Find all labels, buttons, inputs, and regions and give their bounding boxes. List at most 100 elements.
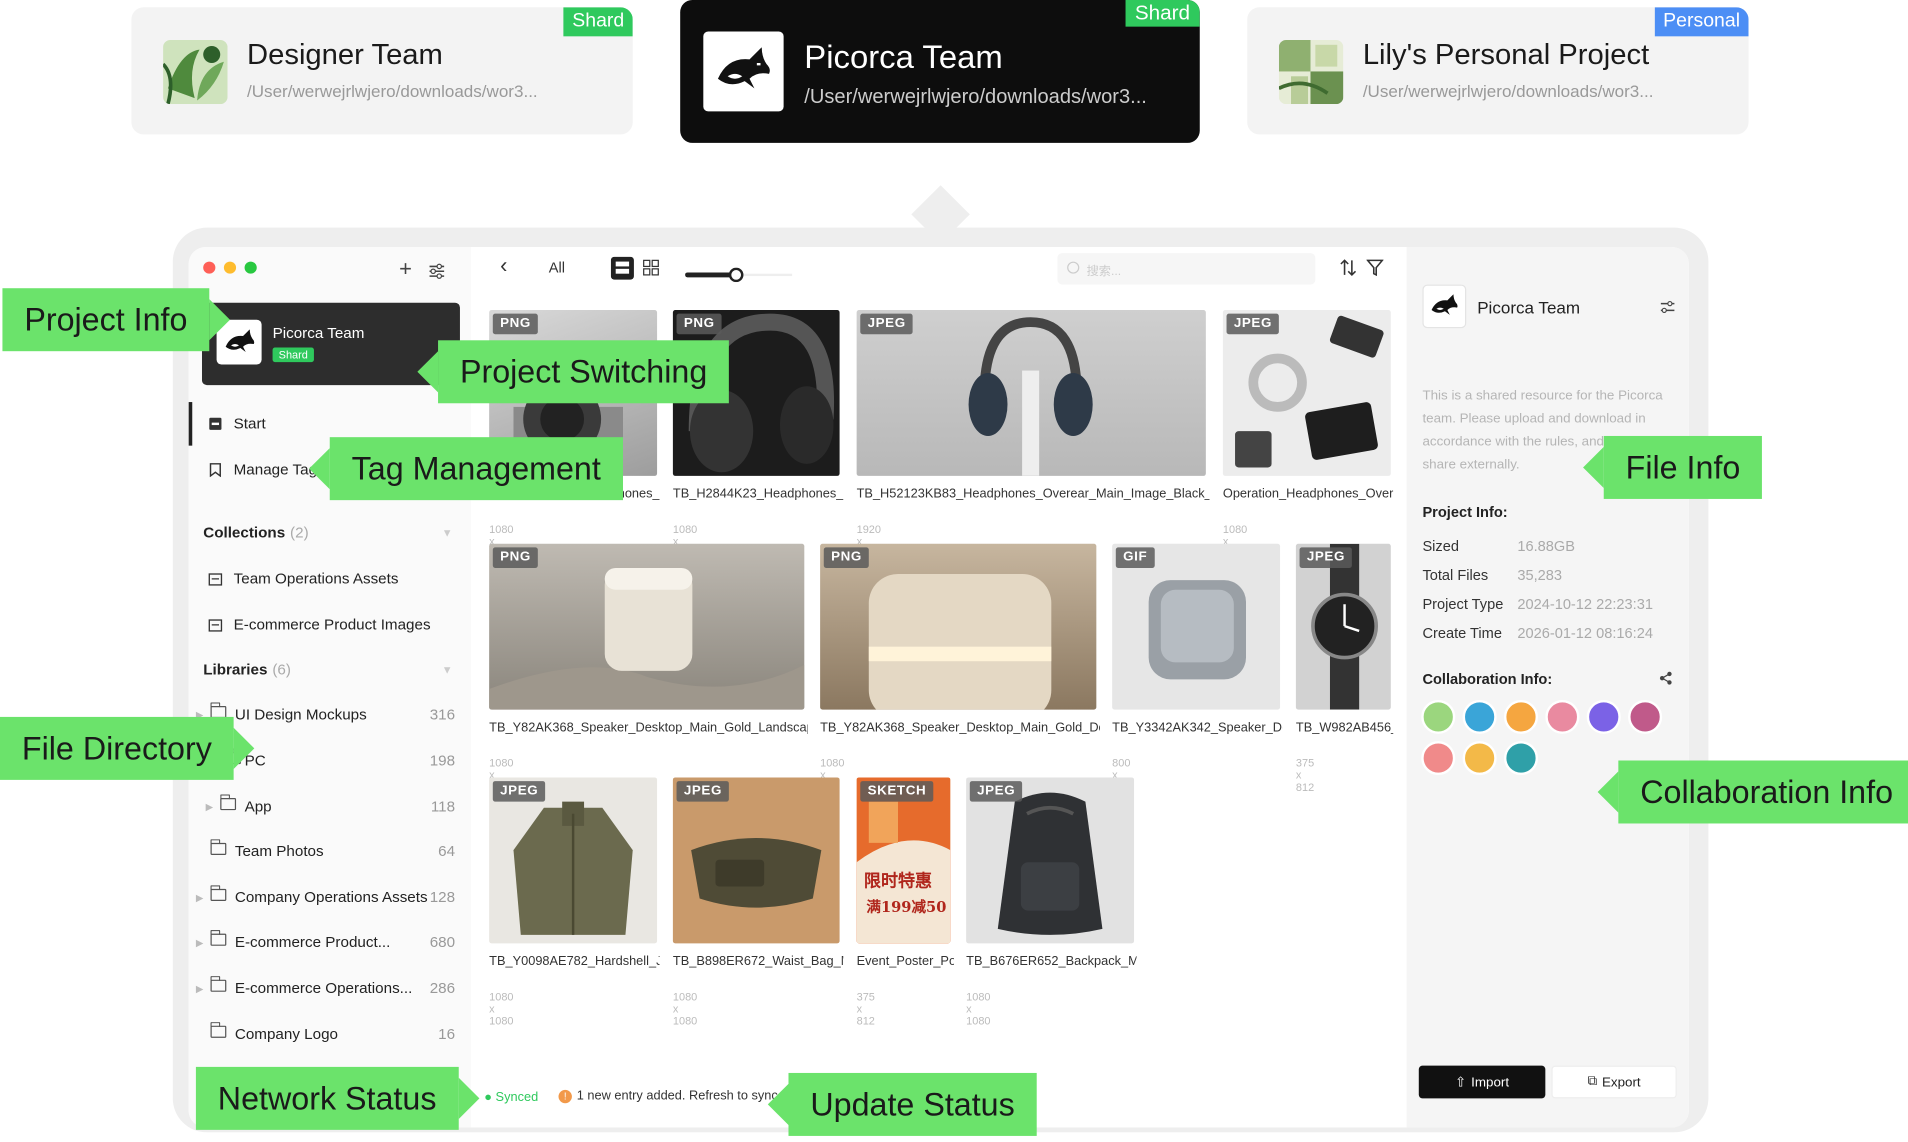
chevron-down-icon[interactable]: ▼ — [442, 527, 453, 539]
expand-icon[interactable]: ▶ — [196, 892, 203, 903]
library-item[interactable]: Company Logo 16 — [189, 1012, 471, 1056]
library-item[interactable]: ▶ App 118 — [189, 785, 471, 829]
collections-header[interactable]: Collections (2) ▼ — [203, 524, 452, 542]
collaborator-avatar[interactable] — [1421, 699, 1456, 734]
export-button[interactable]: ⧉ Export — [1551, 1065, 1677, 1099]
info-key: Project Type — [1422, 595, 1504, 613]
chevron-down-icon[interactable]: ▼ — [442, 664, 453, 676]
project-card-lilys-personal[interactable]: Lily's Personal Project /User/werwejrlwj… — [1247, 7, 1749, 135]
expand-icon[interactable]: ▶ — [196, 983, 203, 994]
export-label: Export — [1601, 1074, 1641, 1090]
back-chevron-icon[interactable]: ‹ — [500, 253, 507, 278]
library-count: 680 — [429, 933, 456, 951]
share-icon[interactable] — [1658, 670, 1673, 692]
callout-collaboration-info: Collaboration Info — [1597, 760, 1908, 824]
collection-icon — [208, 572, 224, 587]
expand-icon[interactable]: ▶ — [206, 801, 213, 812]
project-card-picorca-team[interactable]: Picorca Team /User/werwejrlwjero/downloa… — [680, 0, 1200, 143]
sort-icon[interactable] — [1340, 259, 1357, 280]
collections-title: Collections — [203, 524, 286, 542]
import-button[interactable]: ⇧ Import — [1418, 1065, 1546, 1099]
file-thumbnail: 限时特惠 满199减50 — [856, 777, 951, 944]
orca-logo-icon — [1422, 284, 1467, 329]
file-type-badge: JPEG — [1226, 313, 1280, 335]
nav-label: Start — [233, 415, 266, 433]
orca-logo-icon — [703, 31, 784, 112]
collaborator-avatar[interactable] — [1462, 699, 1497, 734]
current-project-name: Picorca Team — [272, 324, 365, 342]
library-item[interactable]: ▶ E-commerce Operations... 286 — [189, 966, 471, 1010]
collection-label: Team Operations Assets — [233, 570, 399, 588]
close-window-button[interactable] — [203, 261, 216, 274]
file-type-badge: JPEG — [492, 781, 546, 802]
poster-headline: 限时特惠 — [863, 871, 933, 892]
collection-label: E-commerce Product Images — [233, 616, 431, 634]
callout-file-directory: File Directory — [0, 716, 255, 780]
add-icon[interactable]: + — [399, 257, 412, 282]
callout-project-info: Project Info — [2, 288, 231, 352]
file-type-badge: PNG — [676, 313, 722, 335]
collaborator-avatar[interactable] — [1503, 699, 1539, 734]
library-count: 286 — [429, 979, 456, 997]
folder-icon — [220, 794, 237, 811]
library-count: 198 — [429, 752, 456, 769]
libraries-header[interactable]: Libraries (6) ▼ — [203, 661, 452, 679]
file-thumbnail — [672, 777, 840, 944]
project-tag: Personal — [1654, 7, 1749, 37]
folder-icon — [210, 885, 227, 901]
poster-offer: 满199减50 — [866, 898, 947, 916]
project-name: Picorca Team — [804, 38, 1003, 76]
info-key: Total Files — [1422, 566, 1489, 584]
collection-item[interactable]: E-commerce Product Images — [189, 603, 471, 647]
collaborator-avatar[interactable] — [1421, 741, 1456, 776]
list-view-icon[interactable] — [610, 256, 634, 284]
current-project-tag: Shard — [272, 347, 314, 363]
file-dimensions: 375 x 812 — [856, 990, 875, 1027]
file-dimensions: 375 x 812 — [1295, 756, 1315, 794]
file-thumbnail — [820, 543, 1097, 710]
collaborator-avatar[interactable] — [1586, 699, 1621, 734]
file-type-badge: JPEG — [969, 781, 1023, 802]
library-item[interactable]: ▶ Company Operations Assets 128 — [189, 876, 471, 920]
collaborator-avatar[interactable] — [1462, 741, 1497, 776]
maximize-window-button[interactable] — [244, 261, 257, 274]
collaborator-avatar[interactable] — [1545, 699, 1580, 734]
library-count: 64 — [438, 842, 456, 860]
info-value: 16.88GB — [1517, 537, 1575, 555]
settings-sliders-icon[interactable] — [1660, 299, 1676, 321]
expand-icon[interactable]: ▶ — [196, 937, 203, 948]
file-type-badge: JPEG — [1299, 547, 1353, 568]
project-card-designer-team[interactable]: Designer Team /User/werwejrlwjero/downlo… — [131, 7, 633, 135]
file-name: TB_W982AB456_Watch_... — [1295, 720, 1393, 736]
collection-item[interactable]: Team Operations Assets — [189, 557, 471, 601]
callout-update-status: Update Status — [767, 1072, 1037, 1136]
warning-icon: ! — [558, 1089, 572, 1104]
filter-icon[interactable] — [1365, 259, 1384, 280]
minimize-window-button[interactable] — [223, 261, 237, 274]
library-label: Company Logo — [234, 1025, 339, 1043]
project-path: /User/werwejrlwjero/downloads/wor3... — [1362, 81, 1654, 101]
collaborator-avatar[interactable] — [1628, 699, 1663, 734]
grid-view-icon[interactable] — [642, 259, 659, 280]
zoom-slider[interactable] — [685, 266, 795, 285]
update-status[interactable]: ! 1 new entry added. Refresh to sync — [558, 1089, 778, 1104]
collaborator-avatar[interactable] — [1503, 741, 1539, 776]
file-name: TB_Y82AK368_Speaker_Desktop_Main_Gold_De… — [820, 720, 1100, 736]
info-value: 2024-10-12 22:23:31 — [1517, 595, 1653, 613]
inbox-icon — [208, 417, 224, 432]
info-row-total-files: Total Files 35,283 — [1422, 566, 1562, 584]
file-type-badge: GIF — [1115, 547, 1155, 568]
search-input[interactable]: 搜索... — [1057, 253, 1316, 285]
folder-icon — [210, 839, 227, 855]
file-type-badge: JPEG — [860, 313, 914, 335]
project-info-title: Project Info: — [1422, 503, 1508, 521]
library-item[interactable]: ▶ E-commerce Product... 680 — [189, 920, 471, 964]
breadcrumb[interactable]: All — [549, 259, 565, 276]
libraries-title: Libraries — [203, 661, 268, 679]
library-item[interactable]: Team Photos 64 — [189, 830, 471, 874]
callout-file-info: File Info — [1583, 435, 1763, 499]
collaboration-info-title: Collaboration Info: — [1422, 670, 1553, 688]
project-path: /User/werwejrlwjero/downloads/wor3... — [247, 81, 538, 101]
settings-sliders-icon[interactable] — [428, 260, 445, 285]
library-count: 118 — [430, 798, 456, 816]
